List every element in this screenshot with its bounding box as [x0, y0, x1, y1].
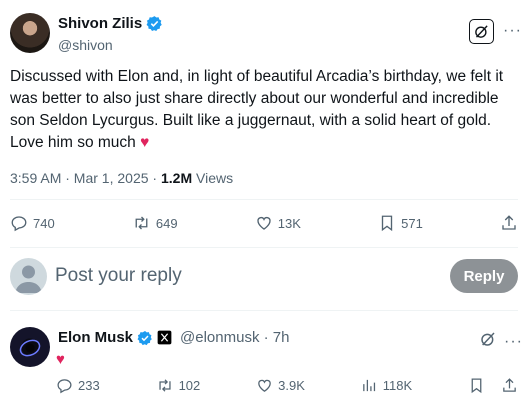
tweet-text: Discussed with Elon and, in light of bea… [10, 66, 520, 154]
reply-icon [57, 379, 72, 394]
divider [10, 247, 518, 248]
views-count: 118K [382, 378, 413, 393]
current-user-avatar[interactable] [10, 257, 47, 295]
author-avatar[interactable] [10, 13, 50, 53]
repost-action[interactable]: 649 [132, 214, 178, 232]
author-name-text[interactable]: Shivon Zilis [58, 15, 142, 32]
bookmark-share-group [468, 377, 518, 394]
views-icon [362, 379, 375, 392]
grok-icon[interactable] [469, 19, 494, 44]
x-affiliate-icon[interactable] [157, 330, 172, 345]
author-name[interactable]: Shivon Zilis [58, 15, 163, 32]
reply-author-name[interactable]: Elon Musk [58, 329, 133, 346]
reply-input[interactable]: Post your reply [55, 265, 450, 287]
views-action[interactable]: 118K [361, 377, 412, 394]
verified-badge-icon [146, 15, 163, 32]
repost-count: 102 [178, 378, 201, 393]
tweet-text-content: Discussed with Elon and, in light of bea… [10, 68, 504, 151]
reply-actions: 233 102 3.9K 118K [56, 377, 518, 394]
reply-button[interactable]: Reply [450, 259, 518, 293]
verified-badge-icon [137, 330, 153, 346]
bookmark-icon[interactable] [468, 377, 485, 394]
divider [10, 199, 518, 200]
reply-handle-time[interactable]: @elonmusk · 7h [180, 329, 289, 346]
like-icon [257, 216, 271, 230]
share-icon [502, 215, 516, 230]
tweet-meta: 3:59 AM · Mar 1, 2025 · 1.2M Views [10, 170, 233, 186]
meta-separator: · [148, 170, 161, 186]
timestamp[interactable]: 3:59 AM · Mar 1, 2025 [10, 170, 149, 186]
more-icon[interactable]: ··· [504, 333, 523, 351]
bookmark-count: 571 [401, 215, 423, 231]
repost-count: 649 [155, 215, 178, 231]
share-action[interactable] [500, 214, 518, 232]
reply-action[interactable]: 233 [56, 377, 100, 394]
reply-count: 740 [33, 215, 55, 231]
like-count: 13K [277, 215, 301, 231]
reply-icon [11, 216, 27, 232]
reply-composer: Post your reply Reply [10, 256, 518, 296]
grok-icon[interactable] [480, 331, 496, 347]
reply-author-avatar[interactable] [10, 327, 50, 367]
like-action[interactable]: 3.9K [256, 377, 305, 394]
reply-action[interactable]: 740 [10, 214, 55, 232]
repost-action[interactable]: 102 [156, 377, 201, 394]
tweet-actions: 740 649 13K 571 [10, 203, 518, 243]
like-action[interactable]: 13K [255, 214, 301, 232]
views-label: Views [192, 170, 234, 186]
like-icon [258, 379, 271, 392]
views-count: 1.2M [160, 170, 193, 186]
bookmark-action[interactable]: 571 [378, 214, 423, 232]
bookmark-icon [381, 215, 393, 232]
author-handle[interactable]: @shivon [58, 37, 113, 53]
repost-icon [158, 379, 171, 392]
share-icon[interactable] [501, 377, 518, 394]
reply-author: Elon Musk @elonmusk · 7h [58, 329, 289, 346]
reply-count: 233 [78, 378, 100, 393]
reply-text: ♥ [56, 351, 65, 368]
heart-emoji: ♥ [140, 134, 150, 151]
divider [10, 310, 518, 311]
repost-icon [135, 216, 148, 230]
more-icon[interactable]: ··· [503, 22, 522, 40]
like-count: 3.9K [278, 378, 305, 393]
